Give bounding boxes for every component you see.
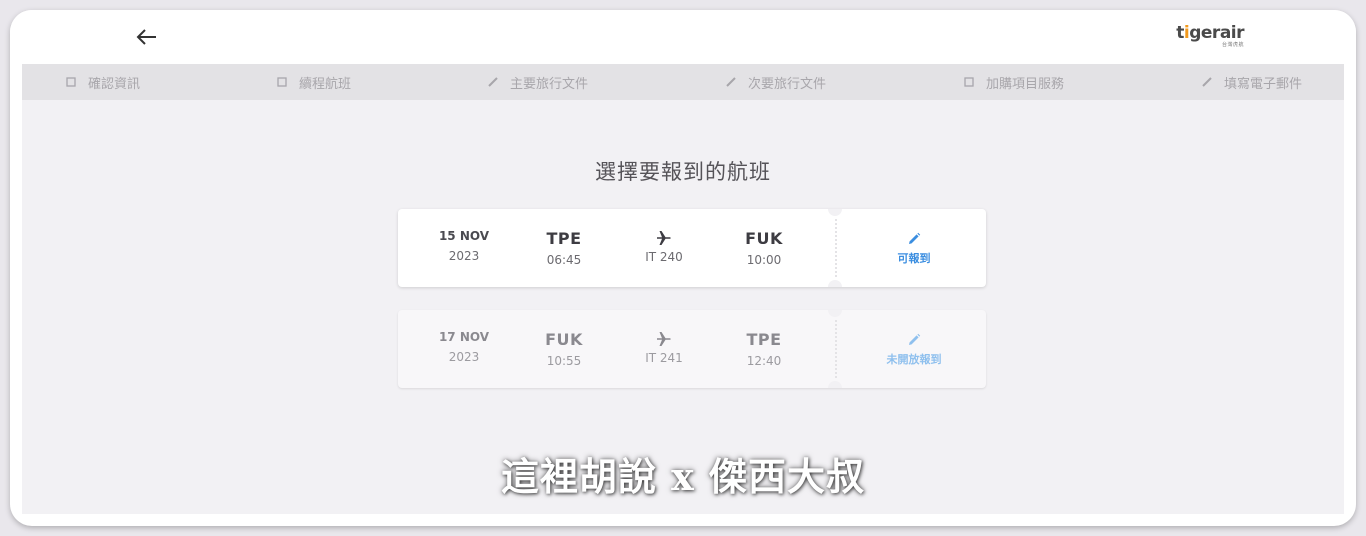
flight-origin: FUK 10:55 <box>534 330 594 368</box>
step-label: 加購項目服務 <box>986 76 1065 92</box>
flight-origin: TPE 06:45 <box>534 229 594 267</box>
step-secondary-document: 次要旅行文件 <box>724 64 826 100</box>
flight-date-year: 2023 <box>448 249 480 263</box>
flight-number-block: IT 240 <box>634 229 694 264</box>
top-bar: tigerair 台灣虎航 <box>10 10 1356 64</box>
checkbox-icon <box>66 77 76 87</box>
depart-time: 06:45 <box>546 253 582 267</box>
tigerair-logo[interactable]: tigerair 台灣虎航 <box>1176 24 1244 49</box>
progress-steps-bar: 確認資訊 續程航班 主要旅行文件 次要旅行文件 加購項目服務 填寫電子郵件 <box>22 64 1344 100</box>
flight-number: IT 241 <box>645 351 683 365</box>
step-label: 主要旅行文件 <box>510 76 589 92</box>
flight-card-outbound[interactable]: 15 NOV 2023 TPE 06:45 IT 240 FUK 10:00 可… <box>398 209 986 287</box>
flight-date-day: 15 NOV <box>438 229 490 243</box>
pencil-icon <box>488 77 498 87</box>
origin-code: TPE <box>546 229 582 248</box>
destination-code: TPE <box>746 330 782 349</box>
checkbox-icon <box>964 77 974 87</box>
ticket-notch <box>828 381 842 388</box>
step-connecting-flight: 續程航班 <box>275 64 351 100</box>
flight-date: 15 NOV 2023 <box>434 229 494 263</box>
action-label: 未開放報到 <box>886 352 942 366</box>
logo-subtitle: 台灣虎航 <box>1221 42 1244 48</box>
step-addon-services: 加購項目服務 <box>962 64 1064 100</box>
arrive-time: 12:40 <box>746 354 782 368</box>
origin-code: FUK <box>545 330 583 349</box>
ticket-notch <box>828 280 842 287</box>
checkbox-icon <box>277 77 287 87</box>
step-label: 次要旅行文件 <box>748 76 827 92</box>
ticket-perforation <box>835 320 837 378</box>
depart-time: 10:55 <box>546 354 582 368</box>
flight-destination: TPE 12:40 <box>734 330 794 368</box>
arrive-time: 10:00 <box>746 253 782 267</box>
ticket-notch <box>828 209 842 216</box>
page-title: 選擇要報到的航班 <box>595 160 771 184</box>
back-button[interactable] <box>134 24 160 50</box>
pencil-icon <box>726 77 736 87</box>
logo-text-rest: gerair <box>1189 23 1244 43</box>
flight-date-year: 2023 <box>448 350 480 364</box>
flight-date-day: 17 NOV <box>438 330 490 344</box>
action-label: 可報到 <box>897 251 931 265</box>
step-email: 填寫電子郵件 <box>1200 64 1302 100</box>
pencil-icon <box>909 232 921 244</box>
flight-number-block: IT 241 <box>634 330 694 365</box>
airplane-icon <box>657 231 671 245</box>
watermark-caption: 這裡胡說 x 傑西大叔 <box>500 454 866 499</box>
check-in-available-button[interactable]: 可報到 <box>842 209 986 287</box>
airplane-icon <box>657 332 671 346</box>
step-label: 續程航班 <box>299 76 352 92</box>
step-confirm-info: 確認資訊 <box>64 64 140 100</box>
step-label: 填寫電子郵件 <box>1224 76 1303 92</box>
arrow-left-icon <box>136 29 156 45</box>
logo-text-t: t <box>1176 23 1184 43</box>
step-label: 確認資訊 <box>88 76 141 92</box>
ticket-perforation <box>835 219 837 277</box>
flight-card-return: 17 NOV 2023 FUK 10:55 IT 241 TPE 12:40 未… <box>398 310 986 388</box>
flight-number: IT 240 <box>645 250 683 264</box>
check-in-not-open-button: 未開放報到 <box>842 310 986 388</box>
flight-date: 17 NOV 2023 <box>434 330 494 364</box>
flight-destination: FUK 10:00 <box>734 229 794 267</box>
pencil-icon <box>909 333 921 345</box>
step-primary-document: 主要旅行文件 <box>486 64 588 100</box>
ticket-notch <box>828 310 842 317</box>
destination-code: FUK <box>745 229 783 248</box>
pencil-icon <box>1202 77 1212 87</box>
